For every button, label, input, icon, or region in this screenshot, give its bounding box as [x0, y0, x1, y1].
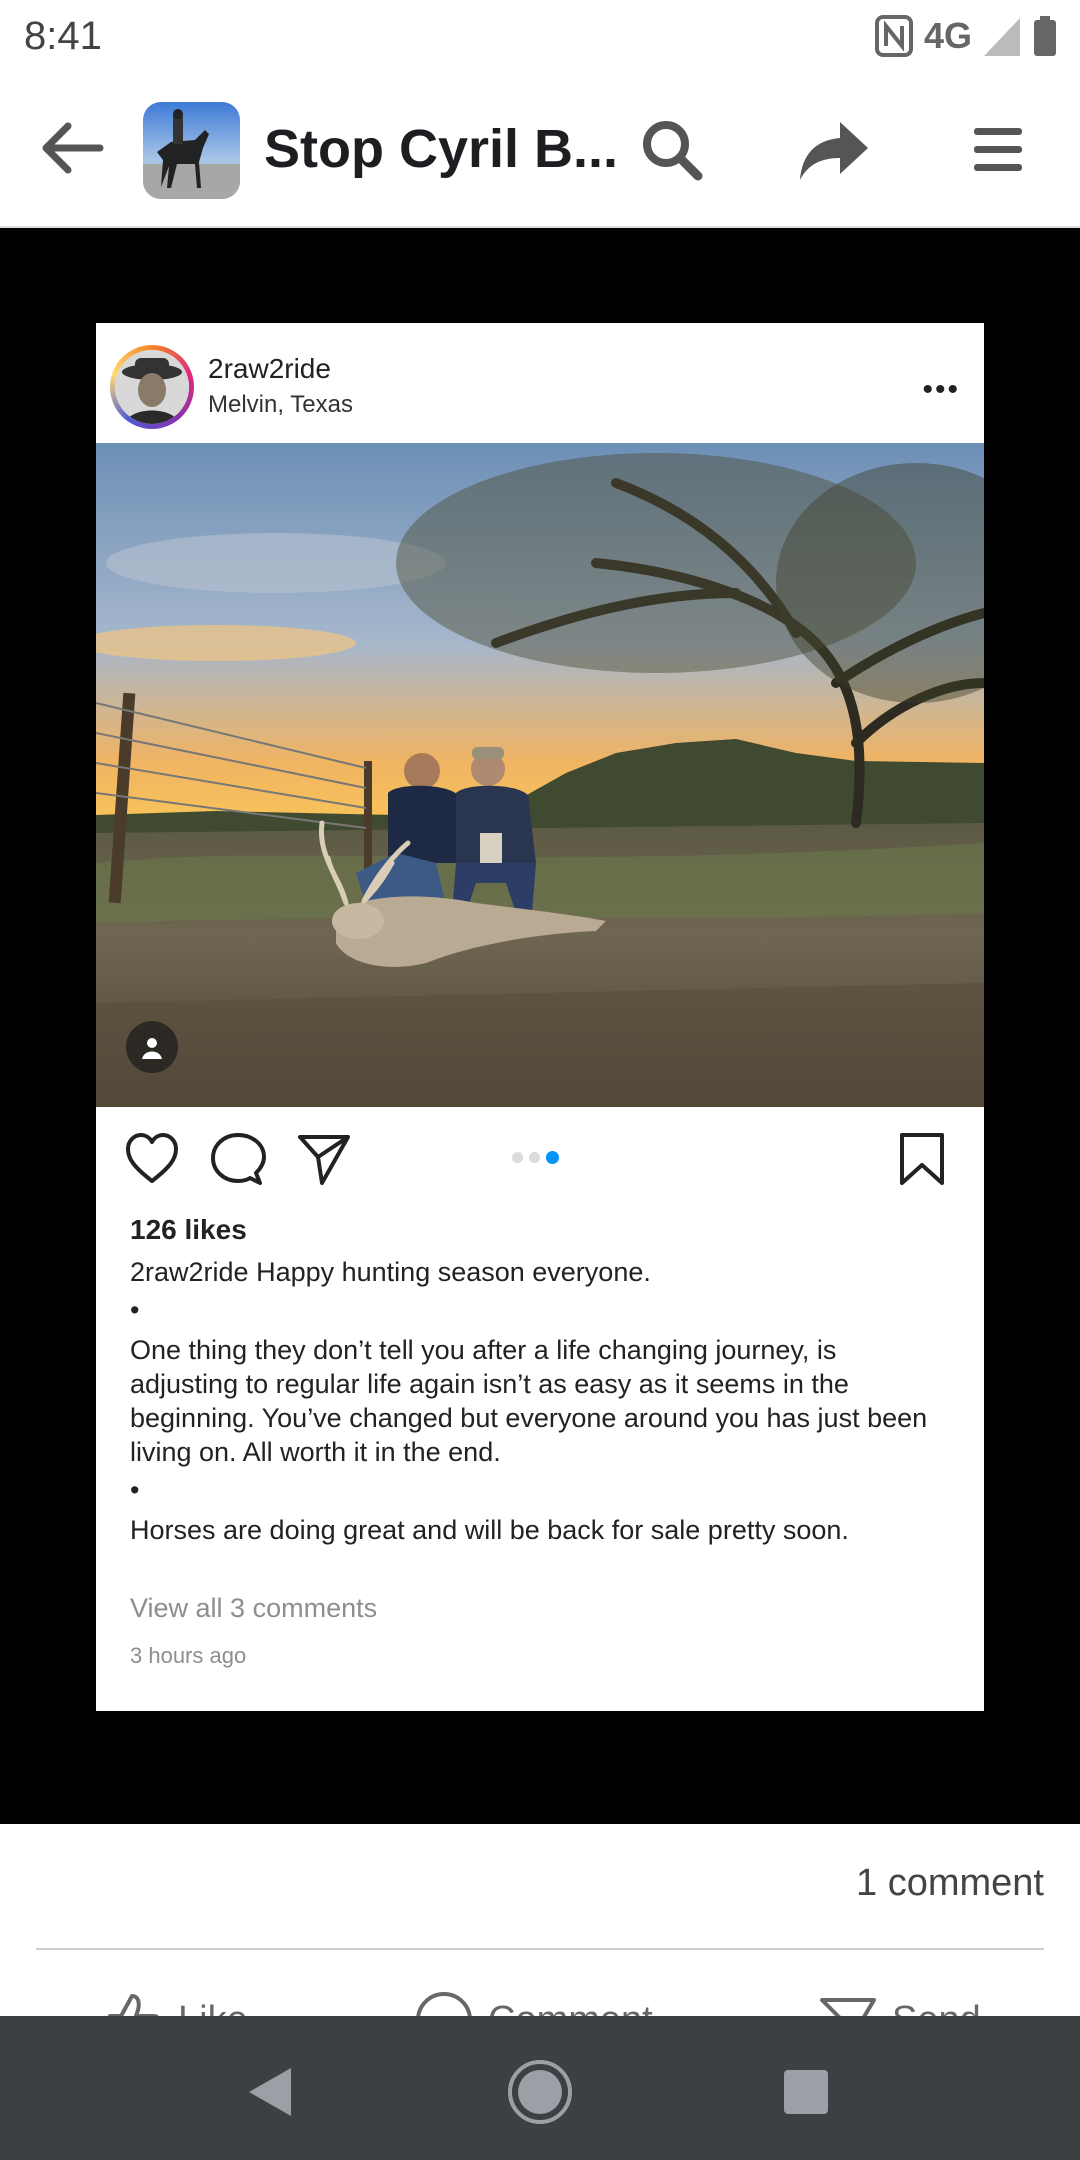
- menu-button[interactable]: [958, 110, 1038, 190]
- carousel-indicator: [512, 1151, 559, 1164]
- bookmark-icon: [900, 1133, 944, 1185]
- hunting-photo: [96, 443, 984, 1107]
- group-avatar[interactable]: [143, 102, 240, 199]
- ig-location: Melvin, Texas: [208, 391, 353, 418]
- status-time: 8:41: [24, 14, 102, 58]
- share-arrow-icon: [800, 122, 868, 180]
- ig-view-comments: View all 3 comments: [130, 1593, 378, 1623]
- ig-separator: •: [130, 1295, 140, 1325]
- ig-caption: 2raw2ride Happy hunting season everyone.: [130, 1255, 950, 1289]
- nav-back-triangle-icon: [249, 2068, 291, 2116]
- hamburger-menu-icon: [974, 128, 1022, 171]
- back-button[interactable]: [36, 112, 108, 184]
- hunting-photo-image: [96, 443, 984, 1107]
- instagram-screenshot: 2raw2ride Melvin, Texas ••• 126 likes 2r…: [96, 323, 984, 1711]
- ig-caption-text: Happy hunting season everyone.: [256, 1257, 651, 1287]
- ig-username: 2raw2ride: [208, 353, 331, 384]
- post-media[interactable]: 2raw2ride Melvin, Texas ••• 126 likes 2r…: [0, 228, 1080, 1824]
- search-icon: [643, 121, 703, 181]
- divider: [36, 1948, 1044, 1950]
- app-header: Stop Cyril B...: [0, 72, 1080, 228]
- battery-icon: [1034, 16, 1056, 56]
- ig-separator: •: [130, 1475, 140, 1505]
- ig-avatar-image: [115, 350, 189, 424]
- nav-recents-square-icon: [784, 2070, 828, 2114]
- carousel-dot: [512, 1152, 523, 1163]
- ig-more-icon: •••: [922, 373, 960, 406]
- ig-paragraph-2: Horses are doing great and will be back …: [130, 1515, 849, 1545]
- system-nav-bar: [0, 2016, 1080, 2160]
- ig-avatar: [115, 350, 189, 424]
- search-button[interactable]: [632, 110, 712, 190]
- carousel-dot-active: [546, 1151, 559, 1164]
- nfc-icon: [874, 15, 913, 57]
- ig-timestamp: 3 hours ago: [130, 1643, 247, 1668]
- nav-recents-button[interactable]: [766, 2052, 846, 2132]
- ig-actions: [96, 1107, 984, 1207]
- send-paper-plane-icon: [298, 1135, 350, 1185]
- ig-caption-user: 2raw2ride: [130, 1257, 249, 1287]
- carousel-dot: [529, 1152, 540, 1163]
- back-arrow-icon: [42, 122, 104, 174]
- ig-paragraph-1: One thing they don’t tell you after a li…: [130, 1335, 928, 1467]
- status-bar: 8:41 4G: [0, 0, 1080, 72]
- group-title[interactable]: Stop Cyril B...: [264, 118, 618, 180]
- nav-home-circle-icon: [508, 2060, 572, 2124]
- group-avatar-image: [143, 102, 240, 199]
- tagged-people-icon: [126, 1021, 178, 1073]
- share-button[interactable]: [794, 110, 874, 190]
- status-icons: 4G: [874, 10, 1058, 62]
- post-action-row: Like Comment Send: [0, 1980, 1080, 2020]
- comment-bubble-icon: [211, 1133, 266, 1185]
- nav-home-button[interactable]: [500, 2052, 580, 2132]
- signal-icon: [984, 18, 1020, 56]
- heart-icon: [126, 1133, 178, 1183]
- nav-back-button[interactable]: [230, 2052, 310, 2132]
- network-type-icon: 4G: [923, 15, 972, 56]
- ig-avatar-ring: [110, 345, 194, 429]
- ig-likes: 126 likes: [130, 1214, 247, 1245]
- comment-count[interactable]: 1 comment: [856, 1862, 1044, 1905]
